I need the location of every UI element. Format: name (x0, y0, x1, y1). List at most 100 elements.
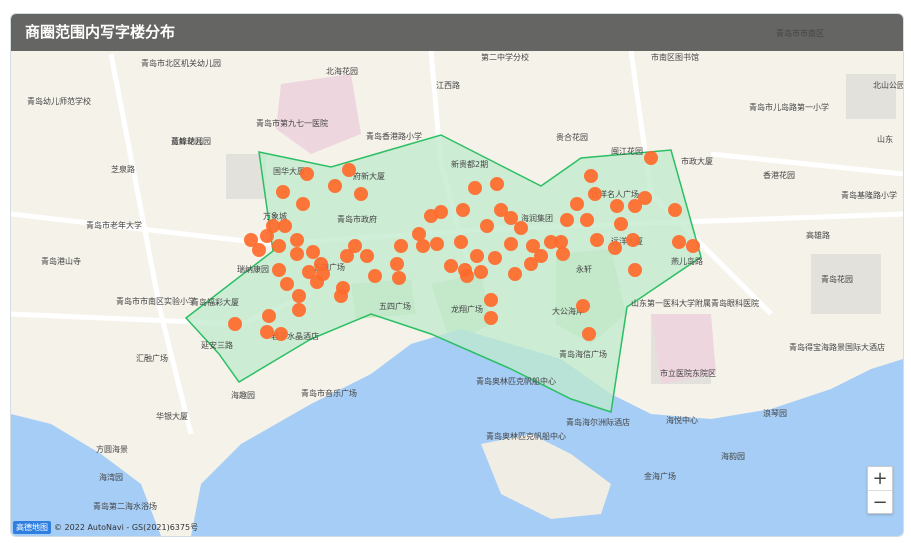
office-marker[interactable] (672, 235, 686, 249)
office-marker[interactable] (524, 257, 538, 271)
map-label: 青岛市第九七一医院 (256, 118, 328, 128)
office-marker[interactable] (470, 249, 484, 263)
office-marker[interactable] (556, 247, 570, 261)
office-marker[interactable] (458, 263, 472, 277)
office-marker[interactable] (416, 239, 430, 253)
office-marker[interactable] (328, 179, 342, 193)
office-marker[interactable] (228, 317, 242, 331)
map-label: 第二中学分校 (481, 52, 529, 62)
attribution-text: © 2022 AutoNavi - GS(2021)6375号 (54, 523, 199, 532)
map-label: 华银大厦 (156, 411, 188, 421)
map-label: 龙翔广场 (451, 304, 483, 314)
zoom-out-button[interactable]: − (868, 491, 892, 514)
map-label: 市立医院东院区 (660, 368, 716, 378)
office-marker[interactable] (430, 237, 444, 251)
map-label: 青岛市北区机关幼儿园 (141, 58, 221, 68)
office-marker[interactable] (310, 275, 324, 289)
office-marker[interactable] (394, 239, 408, 253)
office-marker[interactable] (412, 227, 426, 241)
office-marker[interactable] (638, 191, 652, 205)
office-marker[interactable] (290, 233, 304, 247)
office-marker[interactable] (504, 211, 518, 225)
office-marker[interactable] (504, 237, 518, 251)
map-label: 汇融广场 (136, 353, 168, 363)
office-marker[interactable] (272, 239, 286, 253)
office-marker[interactable] (392, 271, 406, 285)
office-marker[interactable] (424, 209, 438, 223)
zoom-in-button[interactable]: + (868, 467, 892, 491)
office-marker[interactable] (484, 293, 498, 307)
map-title: 商圈范围内写字楼分布 (11, 14, 903, 51)
office-marker[interactable] (272, 263, 286, 277)
office-marker[interactable] (340, 249, 354, 263)
office-marker[interactable] (570, 197, 584, 211)
office-marker[interactable] (608, 241, 622, 255)
office-marker[interactable] (454, 235, 468, 249)
office-marker[interactable] (368, 269, 382, 283)
office-marker[interactable] (444, 259, 458, 273)
office-marker[interactable] (590, 233, 604, 247)
amap-logo: 高德地图 (13, 521, 51, 534)
office-marker[interactable] (584, 169, 598, 183)
map-label: 青岛海尔洲际酒店 (566, 417, 630, 427)
office-marker[interactable] (614, 217, 628, 231)
office-marker[interactable] (296, 197, 310, 211)
office-marker[interactable] (514, 221, 528, 235)
map-label: 府新大厦 (353, 171, 385, 181)
office-marker[interactable] (390, 257, 404, 271)
office-marker[interactable] (588, 187, 602, 201)
map-label: 江西路 (436, 80, 460, 90)
office-marker[interactable] (468, 181, 482, 195)
office-marker[interactable] (334, 289, 348, 303)
office-marker[interactable] (480, 219, 494, 233)
office-marker[interactable] (292, 303, 306, 317)
map-label: 青岛市音乐广场 (301, 388, 357, 398)
office-marker[interactable] (280, 277, 294, 291)
office-marker[interactable] (456, 203, 470, 217)
office-marker[interactable] (262, 309, 276, 323)
office-marker[interactable] (576, 299, 590, 313)
office-marker[interactable] (354, 187, 368, 201)
office-marker[interactable] (342, 163, 356, 177)
map-label: 青岛得宝海路景国际大酒店 (789, 342, 885, 352)
office-marker[interactable] (300, 167, 314, 181)
office-marker[interactable] (306, 245, 320, 259)
office-marker[interactable] (252, 243, 266, 257)
office-marker[interactable] (628, 263, 642, 277)
office-marker[interactable] (484, 311, 498, 325)
office-marker[interactable] (582, 327, 596, 341)
office-marker[interactable] (276, 185, 290, 199)
office-marker[interactable] (266, 219, 280, 233)
map-label: 青岛幼儿师范学校 (27, 96, 91, 106)
office-marker[interactable] (360, 249, 374, 263)
map-label: 青岛港山寺 (41, 256, 81, 266)
map-label: 永轩 (576, 264, 592, 274)
map-label: 五四广场 (379, 301, 411, 311)
map-label: 香港花园 (763, 170, 795, 180)
map-label: 延安三路 (201, 340, 233, 350)
office-marker[interactable] (290, 247, 304, 261)
office-marker[interactable] (292, 289, 306, 303)
office-marker[interactable] (488, 251, 502, 265)
office-marker[interactable] (610, 199, 624, 213)
office-marker[interactable] (580, 213, 594, 227)
office-marker[interactable] (644, 151, 658, 165)
office-marker[interactable] (274, 327, 288, 341)
map-label: 海湾园 (99, 472, 123, 482)
office-marker[interactable] (278, 219, 292, 233)
map-label: 青岛海信广场 (559, 349, 607, 359)
map-label: 瑞纳康园 (237, 264, 269, 274)
office-marker[interactable] (474, 265, 488, 279)
office-marker[interactable] (686, 239, 700, 253)
office-marker[interactable] (554, 235, 568, 249)
map-canvas[interactable]: 青岛市北区机关幼儿园北海花园江西路第二中学分校市南区图书馆青岛市市南区北山公园青… (11, 14, 903, 536)
office-marker[interactable] (626, 233, 640, 247)
office-marker[interactable] (668, 203, 682, 217)
office-marker[interactable] (260, 325, 274, 339)
zoom-control[interactable]: + − (867, 466, 893, 514)
office-marker[interactable] (560, 213, 574, 227)
map-label: 海韵园 (721, 451, 745, 461)
office-marker[interactable] (314, 257, 328, 271)
office-marker[interactable] (508, 267, 522, 281)
office-marker[interactable] (490, 177, 504, 191)
